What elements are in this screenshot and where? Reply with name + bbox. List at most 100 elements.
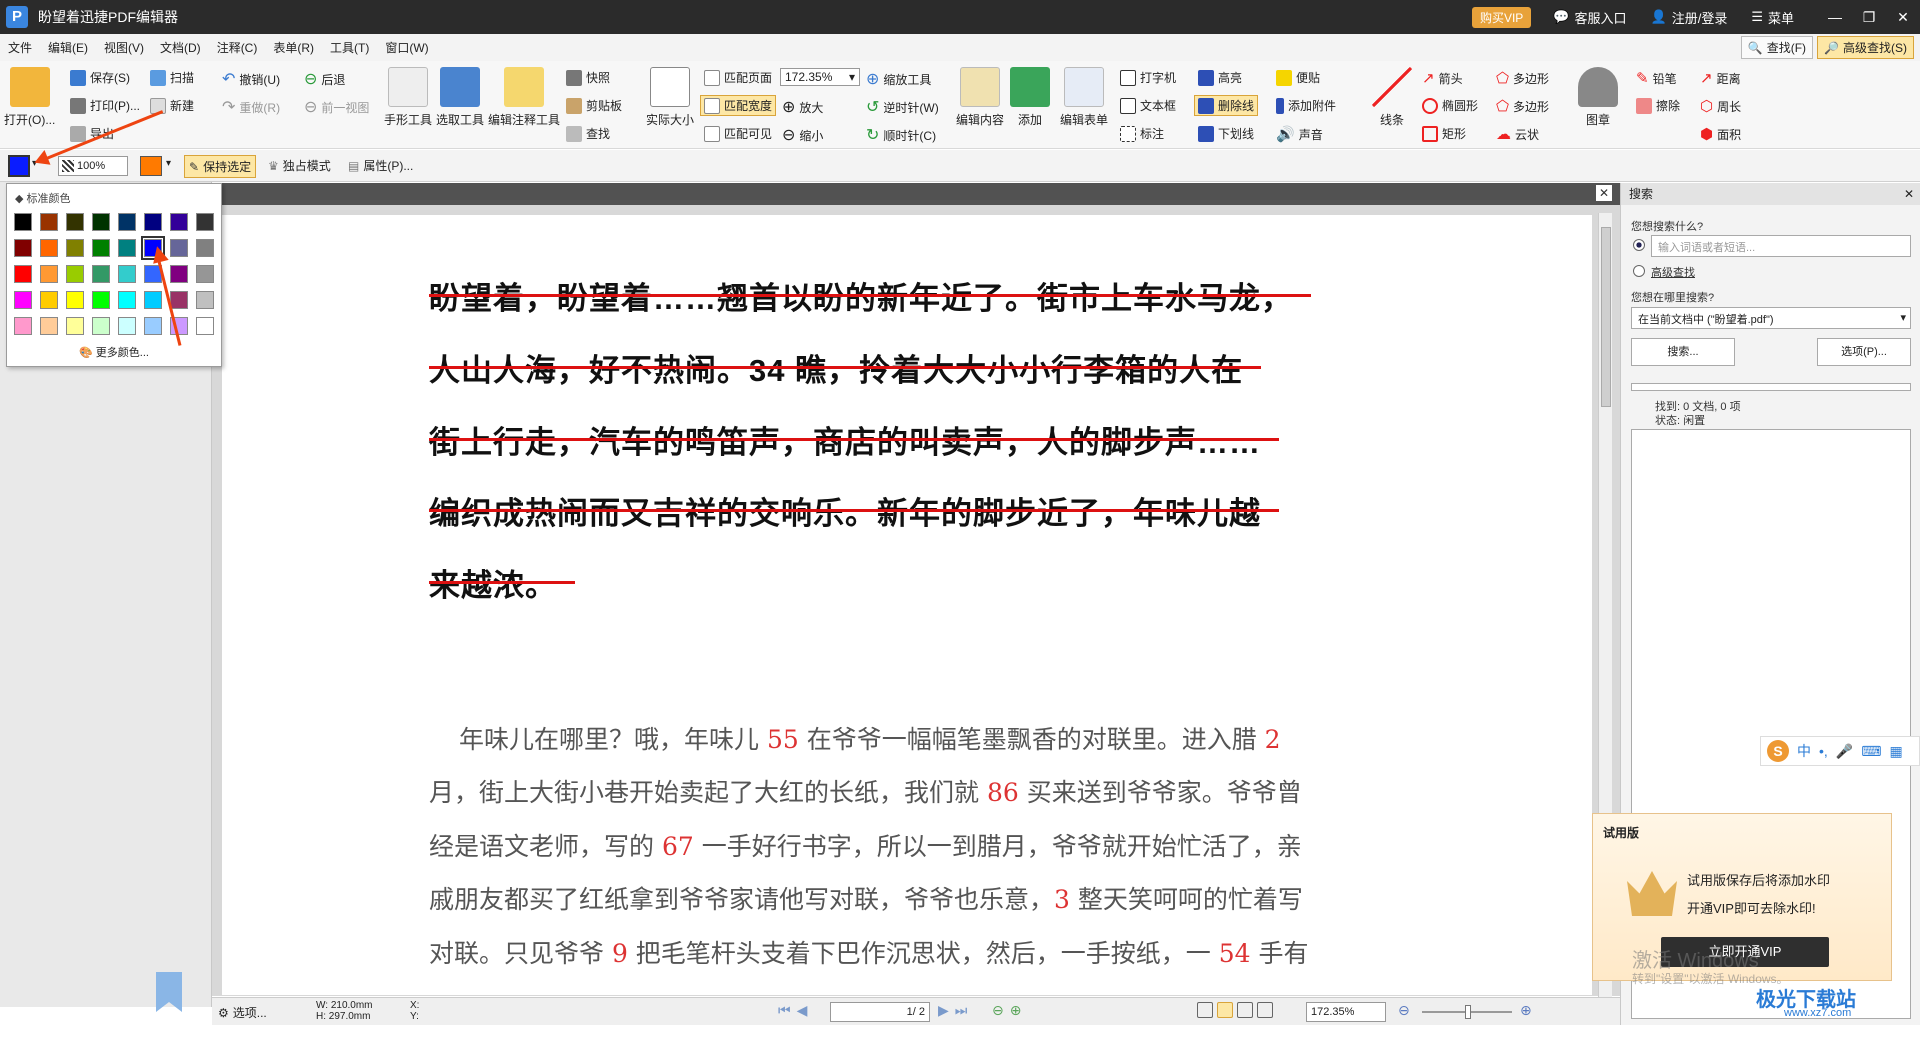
zoom-in-button[interactable]: ⊕ 放大 [782, 97, 823, 117]
ime-toolbar[interactable]: S 中 •, 🎤 ⌨ ▦ [1760, 736, 1920, 766]
arrow-button[interactable]: ↗ 箭头 [1422, 69, 1463, 87]
close-document-icon[interactable]: ✕ [1596, 185, 1612, 201]
scrollbar-thumb[interactable] [1601, 227, 1611, 407]
color-swatch[interactable] [196, 291, 214, 309]
keep-selected-button[interactable]: ✎ 保持选定 [184, 155, 257, 178]
edit-content-button[interactable]: 编辑内容 [956, 67, 1004, 128]
typewriter-button[interactable]: 打字机 [1120, 69, 1176, 86]
phrase-radio[interactable] [1633, 239, 1645, 251]
color-swatch[interactable] [14, 239, 32, 257]
eraser-button[interactable]: 擦除 [1636, 97, 1680, 114]
strikeout-button[interactable]: 删除线 [1194, 95, 1259, 116]
back-button[interactable]: ⊖ 后退 [304, 69, 345, 89]
line-button[interactable]: 线条 [1372, 67, 1412, 128]
rotate-cw-button[interactable]: ↻ 顺时针(C) [866, 125, 936, 145]
page-nav-next[interactable]: ▶ ⏭ [938, 1002, 967, 1019]
color-swatch[interactable] [118, 213, 136, 231]
highlight-button[interactable]: 高亮 [1198, 69, 1242, 86]
page-number-input[interactable]: 1/ 2 [830, 1002, 930, 1022]
strikeout-line[interactable]: 人山人海，好不热闹。34 瞧，拎着大大小小行李箱的人在 [429, 345, 1262, 390]
opacity-select[interactable]: 100% [58, 156, 128, 176]
hand-tool-button[interactable]: 手形工具 [384, 67, 432, 128]
zoom-out-button[interactable]: ⊖ 缩小 [782, 125, 823, 145]
color-swatch[interactable] [196, 239, 214, 257]
status-zoom-select[interactable]: 172.35% [1306, 1002, 1386, 1022]
add-button[interactable]: 添加 [1010, 67, 1050, 128]
menu-form[interactable]: 表单(R) [265, 39, 322, 56]
rect-button[interactable]: 矩形 [1422, 125, 1466, 142]
color-swatch[interactable] [66, 213, 84, 231]
color-swatch[interactable] [40, 213, 58, 231]
distance-button[interactable]: ↗ 距离 [1700, 69, 1741, 87]
customer-service-button[interactable]: 💬 客服入口 [1553, 8, 1626, 27]
color-swatch[interactable] [170, 265, 188, 283]
zoom-out-icon[interactable]: ⊖ [1398, 1002, 1410, 1019]
color-picker-button[interactable] [8, 155, 30, 177]
callout-button[interactable]: 标注 [1120, 125, 1164, 142]
color-swatch[interactable] [66, 317, 84, 335]
zoom-select[interactable]: 172.35% ▾ [780, 68, 860, 86]
save-button[interactable]: 保存(S) [70, 69, 130, 86]
color-swatch[interactable] [144, 291, 162, 309]
bookmark-icon[interactable] [156, 972, 182, 1012]
layout-buttons[interactable] [1197, 1002, 1273, 1018]
color-swatch[interactable] [14, 291, 32, 309]
fit-width-button[interactable]: 匹配宽度 [700, 95, 777, 116]
attach-button[interactable]: 添加附件 [1276, 97, 1336, 114]
advanced-radio[interactable] [1633, 265, 1645, 277]
rotate-ccw-button[interactable]: ↺ 逆时针(W) [866, 97, 939, 117]
strikeout-line[interactable]: 街上行走，汽车的鸣笛声，商店的叫卖声，人的脚步声…… [429, 417, 1279, 462]
advanced-search-link[interactable]: 高级查找 [1651, 264, 1695, 280]
color-swatch[interactable] [170, 291, 188, 309]
undo-button[interactable]: ↶ 撤销(U) [222, 69, 280, 89]
buy-vip-button[interactable]: 购买VIP [1471, 6, 1532, 28]
color-swatch[interactable] [14, 213, 32, 231]
color-swatch[interactable] [92, 317, 110, 335]
menu-window[interactable]: 窗口(W) [377, 39, 436, 56]
print-button[interactable]: 打印(P)... [70, 97, 140, 114]
close-icon[interactable]: ✕ [1904, 183, 1914, 205]
color-swatch[interactable] [118, 265, 136, 283]
redo-button[interactable]: ↷ 重做(R) [222, 97, 280, 117]
color-swatch[interactable] [40, 317, 58, 335]
search-button[interactable]: 搜索... [1631, 338, 1735, 366]
color-swatch[interactable] [66, 265, 84, 283]
polyline-button[interactable]: ⬠ 多边形 [1496, 97, 1549, 115]
history-nav[interactable]: ⊖ ⊕ [992, 1002, 1021, 1019]
options-button[interactable]: ⚙ 选项... [218, 1004, 267, 1021]
color-swatch[interactable] [14, 265, 32, 283]
zoom-slider-thumb[interactable] [1465, 1005, 1471, 1019]
color-swatch[interactable] [118, 291, 136, 309]
color-swatch[interactable] [118, 239, 136, 257]
color-swatch[interactable] [196, 317, 214, 335]
snapshot-button[interactable]: 快照 [566, 69, 610, 86]
note-button[interactable]: 便贴 [1276, 69, 1320, 86]
color-swatch[interactable] [40, 291, 58, 309]
edit-annotation-tool-button[interactable]: 编辑注释工具 [488, 67, 560, 128]
fit-page-button[interactable]: 匹配页面 [704, 69, 772, 86]
menu-tools[interactable]: 工具(T) [322, 39, 377, 56]
color-swatch[interactable] [66, 239, 84, 257]
prev-view-button[interactable]: ⊖ 前一视图 [304, 97, 369, 117]
strikeout-line[interactable]: 盼望着，盼望着……翘首以盼的新年近了。街市上车水马龙， [429, 273, 1311, 318]
properties-button[interactable]: ▤ 属性(P)... [348, 157, 413, 174]
color-swatch[interactable] [196, 213, 214, 231]
color-swatch[interactable] [66, 291, 84, 309]
color-swatch[interactable] [92, 239, 110, 257]
page-nav-first[interactable]: ⏮ ◀ [778, 1002, 807, 1019]
main-menu-button[interactable]: ☰ 菜单 [1751, 8, 1794, 27]
strikeout-line[interactable]: 来越浓。 [429, 560, 575, 605]
color-swatch[interactable] [118, 317, 136, 335]
menu-view[interactable]: 视图(V) [96, 39, 152, 56]
more-colors-button[interactable]: 🎨 更多颜色... [7, 344, 221, 360]
advanced-find-button[interactable]: 🔎 高级查找(S) [1817, 36, 1914, 59]
color-swatch[interactable] [40, 239, 58, 257]
underline-button[interactable]: 下划线 [1198, 125, 1254, 142]
fill-color-button[interactable] [140, 156, 162, 176]
color-swatch[interactable] [92, 213, 110, 231]
find-button[interactable]: 🔍 查找(F) [1740, 36, 1814, 59]
ellipse-button[interactable]: 椭圆形 [1422, 97, 1478, 114]
menu-edit[interactable]: 编辑(E) [40, 39, 96, 56]
color-swatch[interactable] [144, 213, 162, 231]
open-button[interactable]: 打开(O)... [4, 67, 55, 128]
